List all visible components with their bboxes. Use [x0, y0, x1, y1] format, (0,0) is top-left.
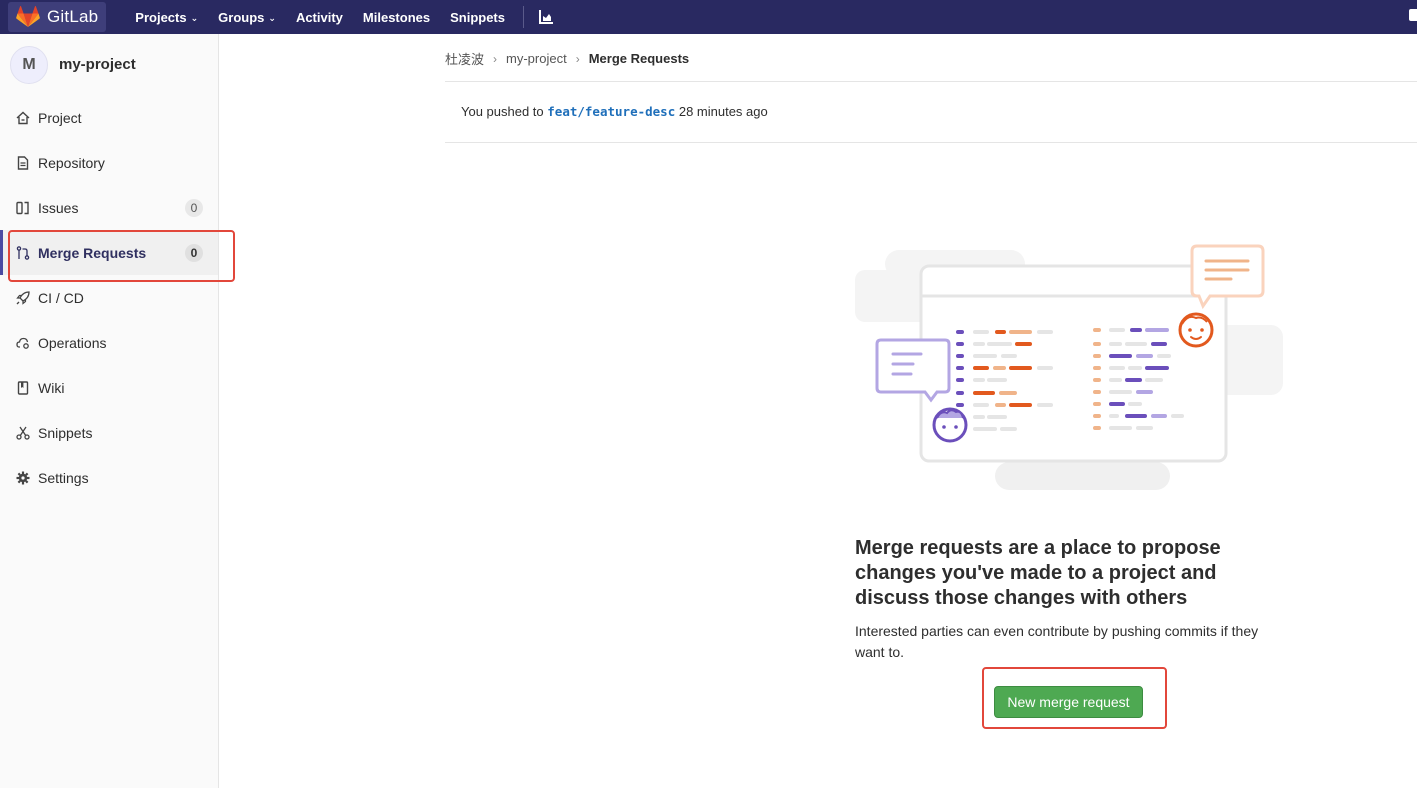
sidebar-item-label: Repository [38, 154, 105, 171]
chevron-right-icon: › [575, 51, 580, 66]
navbar-divider [523, 6, 524, 28]
breadcrumb-user[interactable]: 杜凌波 [445, 49, 484, 68]
sidebar-item-project[interactable]: Project [0, 95, 218, 140]
sidebar-item-merge-requests[interactable]: Merge Requests 0 [0, 230, 218, 275]
issues-icon [16, 201, 30, 215]
project-sidebar: M my-project Project Repository Issues 0… [0, 34, 219, 788]
navbar-links: Projects ⌄ Groups ⌄ Activity Milestones … [125, 0, 554, 34]
push-notice-prefix: You pushed to [461, 104, 544, 119]
empty-state-title: Merge requests are a place to propose ch… [855, 537, 1221, 609]
cloud-gear-icon [16, 336, 30, 350]
rocket-icon [16, 290, 30, 305]
chevron-down-icon: ⌄ [268, 12, 276, 23]
project-avatar: M [10, 45, 48, 84]
sidebar-item-wiki[interactable]: Wiki [0, 365, 218, 410]
nav-groups-label: Groups [218, 9, 265, 25]
sidebar-item-snippets[interactable]: Snippets [0, 410, 218, 455]
chevron-down-icon: ⌄ [190, 12, 199, 23]
nav-groups[interactable]: Groups ⌄ [208, 10, 286, 25]
gitlab-logo-icon [16, 6, 40, 27]
chevron-right-icon: › [493, 51, 498, 66]
gear-icon [16, 471, 30, 485]
sidebar-item-ci-cd[interactable]: CI / CD [0, 275, 218, 320]
sidebar-item-label: Wiki [38, 379, 65, 396]
chart-icon[interactable] [538, 9, 554, 25]
nav-activity[interactable]: Activity [286, 10, 353, 25]
scissors-icon [16, 426, 30, 440]
nav-snippets-label: Snippets [450, 9, 505, 25]
empty-state-description: Interested parties can even contribute b… [855, 623, 1259, 660]
sidebar-item-label: Project [38, 109, 82, 126]
push-notice-branch-link[interactable]: feat/feature-desc [547, 104, 675, 119]
nav-milestones[interactable]: Milestones [353, 10, 440, 25]
breadcrumb-project[interactable]: my-project [506, 51, 567, 66]
nav-projects-label: Projects [135, 9, 187, 25]
breadcrumb-current[interactable]: Merge Requests [589, 51, 689, 66]
sidebar-item-label: Issues [38, 199, 79, 216]
project-name: my-project [59, 56, 136, 73]
nav-projects[interactable]: Projects ⌄ [125, 10, 208, 25]
issues-count-badge: 0 [185, 198, 203, 217]
nav-milestones-label: Milestones [362, 9, 431, 25]
sidebar-item-settings[interactable]: Settings [0, 455, 218, 500]
document-icon [16, 155, 30, 170]
divider [445, 81, 1417, 82]
project-header[interactable]: M my-project [0, 34, 218, 95]
top-navbar: GitLab Projects ⌄ Groups ⌄ Activity Mile… [0, 0, 1417, 34]
book-icon [16, 380, 30, 395]
nav-activity-label: Activity [295, 9, 343, 25]
sidebar-item-label: Merge Requests [38, 244, 147, 261]
nav-snippets[interactable]: Snippets [440, 10, 515, 25]
sidebar-item-label: CI / CD [38, 289, 84, 306]
divider [445, 142, 1417, 143]
breadcrumb: 杜凌波 › my-project › Merge Requests [445, 49, 689, 68]
new-merge-request-button[interactable]: New merge request [994, 686, 1143, 718]
push-notice-time: 28 minutes ago [678, 104, 768, 119]
merge-request-icon [16, 245, 30, 260]
push-notice: You pushed to feat/feature-desc 28 minut… [461, 104, 768, 119]
sidebar-item-operations[interactable]: Operations [0, 320, 218, 365]
user-menu-icon[interactable] [1409, 9, 1417, 21]
sidebar-item-label: Operations [38, 334, 107, 351]
sidebar-item-repository[interactable]: Repository [0, 140, 218, 185]
home-icon [16, 111, 30, 125]
sidebar-item-label: Settings [38, 469, 89, 486]
merge-requests-empty-illustration [855, 244, 1283, 490]
merge-requests-count-badge: 0 [185, 243, 203, 262]
gitlab-home-link[interactable]: GitLab [8, 2, 107, 32]
sidebar-item-label: Snippets [38, 424, 93, 441]
sidebar-item-issues[interactable]: Issues 0 [0, 185, 218, 230]
brand-name: GitLab [47, 7, 99, 26]
